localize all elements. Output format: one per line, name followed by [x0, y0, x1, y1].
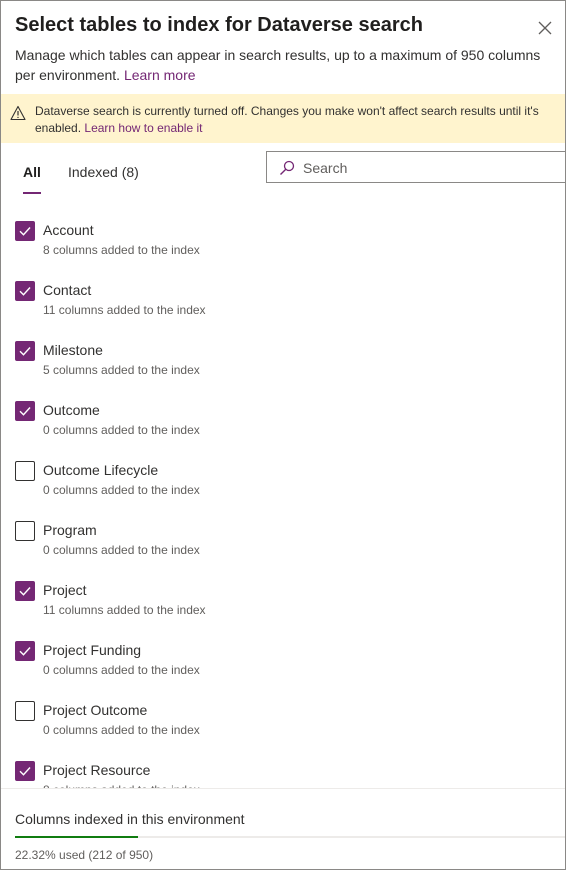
table-row[interactable]: Program 0 columns added to the index	[15, 511, 555, 571]
panel-description: Manage which tables can appear in search…	[15, 45, 561, 85]
table-column-count: 0 columns added to the index	[43, 423, 200, 437]
table-checkbox[interactable]	[15, 581, 35, 601]
checkmark-icon	[19, 287, 31, 296]
active-tab-indicator	[23, 192, 41, 194]
table-name: Account	[43, 222, 94, 238]
table-name: Outcome	[43, 402, 100, 418]
table-column-count: 0 columns added to the index	[43, 543, 200, 557]
checkmark-icon	[19, 767, 31, 776]
table-column-count: 5 columns added to the index	[43, 363, 200, 377]
table-column-count: 8 columns added to the index	[43, 243, 200, 257]
table-checkbox[interactable]	[15, 281, 35, 301]
usage-text: 22.32% used (212 of 950)	[15, 848, 154, 862]
warning-banner: Dataverse search is currently turned off…	[1, 94, 565, 143]
table-column-count: 0 columns added to the index	[43, 723, 200, 737]
table-checkbox[interactable]	[15, 701, 35, 721]
table-checkbox[interactable]	[15, 521, 35, 541]
table-checkbox[interactable]	[15, 461, 35, 481]
table-column-count: 11 columns added to the index	[43, 303, 206, 317]
usage-progress-bar	[15, 836, 565, 838]
table-row[interactable]: Outcome 0 columns added to the index	[15, 391, 555, 451]
table-row[interactable]: Project Outcome 0 columns added to the in…	[15, 691, 555, 751]
search-input[interactable]	[303, 158, 558, 178]
table-checkbox[interactable]	[15, 761, 35, 781]
index-tables-panel: Select tables to index for Dataverse sea…	[0, 0, 566, 870]
checkmark-icon	[19, 227, 31, 236]
table-row[interactable]: Milestone 5 columns added to the index	[15, 331, 555, 391]
checkmark-icon	[19, 347, 31, 356]
learn-more-link[interactable]: Learn more	[124, 67, 196, 83]
close-icon	[538, 21, 552, 35]
table-list: Account 8 columns added to the index Conta…	[1, 201, 565, 788]
search-icon	[280, 160, 295, 175]
table-row[interactable]: Contact 11 columns added to the index	[15, 271, 555, 331]
table-column-count: 0 columns added to the index	[43, 663, 200, 677]
checkmark-icon	[19, 407, 31, 416]
table-row[interactable]: Outcome Lifecycle 0 columns added to the …	[15, 451, 555, 511]
table-name: Contact	[43, 282, 92, 298]
table-name: Milestone	[43, 342, 103, 358]
usage-progress-fill	[15, 836, 138, 838]
table-name: Program	[43, 522, 97, 538]
search-box[interactable]	[266, 151, 565, 183]
table-checkbox[interactable]	[15, 641, 35, 661]
table-name: Project	[43, 582, 87, 598]
close-button[interactable]	[533, 16, 557, 40]
table-checkbox[interactable]	[15, 401, 35, 421]
table-column-count: 11 columns added to the index	[43, 603, 206, 617]
description-text: Manage which tables can appear in search…	[15, 47, 541, 83]
footer-title: Columns indexed in this environment	[15, 811, 245, 827]
table-row[interactable]: Project Funding 0 columns added to the in…	[15, 631, 555, 691]
table-row[interactable]: Project 11 columns added to the index	[15, 571, 555, 631]
warning-icon	[10, 105, 26, 121]
checkmark-icon	[19, 647, 31, 656]
table-column-count: 0 columns added to the index	[43, 483, 200, 497]
table-checkbox[interactable]	[15, 221, 35, 241]
panel-title: Select tables to index for Dataverse sea…	[15, 14, 423, 36]
table-name: Outcome Lifecycle	[43, 462, 159, 478]
checkmark-icon	[19, 587, 31, 596]
table-checkbox[interactable]	[15, 341, 35, 361]
table-name: Project Outcome	[43, 702, 148, 718]
table-name: Project Resource	[43, 762, 151, 778]
tab-indexed[interactable]: Indexed (8)	[68, 164, 139, 180]
enable-search-link[interactable]: Learn how to enable it	[84, 121, 202, 135]
footer-divider	[1, 788, 565, 789]
table-row[interactable]: Account 8 columns added to the index	[15, 211, 555, 271]
table-row[interactable]: Project Resource8 columns added to the i…	[15, 751, 555, 788]
table-name: Project Funding	[43, 642, 142, 658]
tab-all[interactable]: All	[23, 164, 41, 180]
warning-message: Dataverse search is currently turned off…	[35, 103, 555, 137]
